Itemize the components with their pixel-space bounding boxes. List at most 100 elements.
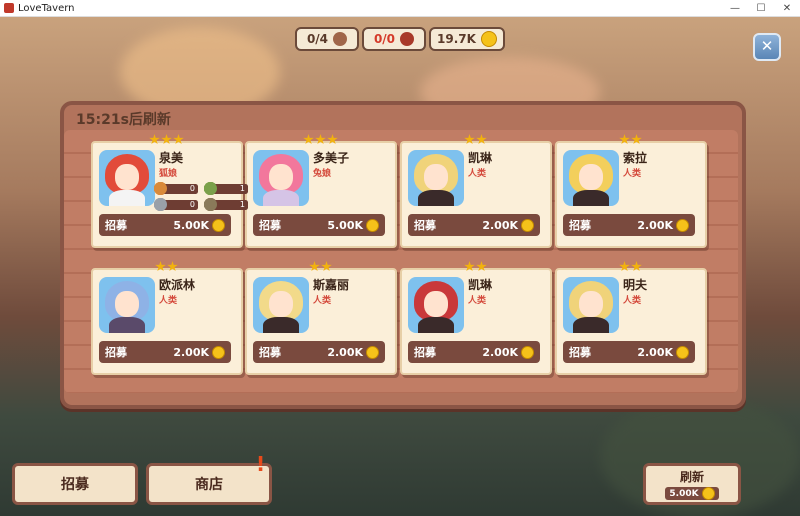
character-portrait [99, 277, 155, 333]
recruit-button[interactable]: 招募 2.00K [253, 341, 385, 363]
price-value: 2.00K [637, 218, 673, 232]
coin-icon [701, 487, 715, 500]
recruit-card[interactable]: 斯嘉丽人类0010招募2.00K [154, 182, 397, 375]
recruit-label: 招募 [259, 219, 281, 232]
gold-amount: 19.7K [437, 32, 476, 46]
minimize-icon[interactable]: — [722, 3, 748, 14]
character-name: 多美子 [313, 151, 350, 165]
coin-icon [366, 345, 379, 359]
character-race: 人类 [159, 296, 178, 306]
character-portrait [563, 277, 619, 333]
star-rating [619, 134, 642, 145]
recruit-button[interactable]: 招募 5.00K [99, 214, 231, 236]
star-icon [327, 134, 338, 145]
close-icon[interactable]: ✕ [753, 33, 781, 61]
coin-icon [521, 345, 534, 359]
stat-icon [154, 198, 167, 211]
recruit-button[interactable]: 招募 5.00K [253, 214, 385, 236]
star-rating [155, 261, 178, 272]
character-name: 泉美 [159, 151, 184, 165]
stat-icon [154, 182, 167, 195]
star-rating [303, 134, 338, 145]
stat-value: 1 [239, 184, 245, 193]
character-race: 人类 [313, 296, 332, 306]
stat-icon [204, 198, 217, 211]
recruit-label: 招募 [569, 346, 591, 359]
recruit-card[interactable]: 多美子兔娘0010招募5.00K [154, 134, 397, 248]
window-titlebar: LoveTavern — ☐ ✕ [0, 0, 800, 17]
recruit-button[interactable]: 招募 2.00K [563, 214, 695, 236]
recruit-card[interactable]: 明夫人类 0 1 0 1 招募 2.00K [154, 182, 707, 375]
refresh-label: 刷新 [679, 470, 704, 484]
character-portrait [408, 277, 464, 333]
room-counter: 0/0 [362, 27, 426, 51]
stat-value: 0 [189, 184, 195, 193]
star-icon [464, 261, 475, 272]
star-icon [161, 134, 172, 145]
maximize-icon[interactable]: ☐ [748, 3, 774, 14]
recruit-price: 2.00K [482, 218, 534, 232]
room-icon [400, 32, 415, 46]
close-window-icon[interactable]: ✕ [774, 3, 800, 14]
room-count: 0/0 [373, 32, 396, 46]
character-stat: 0 [154, 182, 198, 195]
stat-value: 0 [189, 200, 195, 209]
star-icon [315, 134, 326, 145]
coin-icon [480, 31, 497, 47]
price-value: 2.00K [327, 345, 363, 359]
recruit-price: 2.00K [173, 345, 225, 359]
recruit-card[interactable]: 索拉人类1000招募2.00K [154, 134, 707, 248]
staff-count: 0/4 [306, 32, 329, 46]
recruit-card[interactable]: 凯琳人类 0 1 0 1 招募 2.00K [154, 182, 552, 375]
recruit-tab-button[interactable]: 招募 [12, 463, 138, 505]
coin-icon [676, 345, 689, 359]
recruit-card[interactable]: 欧派林人类0010招募2.00K [91, 182, 248, 375]
recruit-card[interactable]: 凯琳人类0000招募2.00K [154, 134, 552, 248]
character-portrait [253, 277, 309, 333]
recruit-card[interactable]: 泉美狐娘1000招募5.00K [91, 134, 248, 248]
character-name: 明夫 [623, 278, 648, 292]
star-icon [321, 261, 332, 272]
star-icon [303, 134, 314, 145]
recruit-button[interactable]: 招募 2.00K [408, 214, 540, 236]
staff-counter: 0/4 [295, 27, 359, 51]
recruit-button[interactable]: 招募 2.00K [99, 341, 231, 363]
price-value: 2.00K [482, 218, 518, 232]
shop-alert-icon: ! [256, 452, 266, 476]
refresh-cost: 5.00K [665, 487, 719, 500]
stat-value: 1 [239, 200, 245, 209]
character-stat: 1 [204, 198, 248, 211]
character-stat: 1 [204, 182, 248, 195]
star-icon [619, 261, 630, 272]
star-icon [149, 134, 160, 145]
star-icon [619, 134, 630, 145]
star-icon [309, 261, 320, 272]
star-icon [476, 261, 487, 272]
recruit-tab-label: 招募 [61, 477, 89, 493]
recruit-button[interactable]: 招募 2.00K [563, 341, 695, 363]
recruit-button[interactable]: 招募 2.00K [408, 341, 540, 363]
recruit-price: 5.00K [173, 218, 225, 232]
character-portrait [99, 150, 155, 206]
character-race: 兔娘 [313, 169, 332, 179]
price-value: 2.00K [173, 345, 209, 359]
character-race: 人类 [468, 169, 487, 179]
refresh-button[interactable]: 刷新 5.00K [643, 463, 741, 505]
character-race: 狐娘 [159, 169, 178, 179]
character-name: 索拉 [623, 151, 648, 165]
character-race: 人类 [468, 296, 487, 306]
coin-icon [212, 218, 225, 232]
star-rating [619, 261, 642, 272]
character-portrait [253, 150, 309, 206]
gold-counter: 19.7K [429, 27, 505, 51]
character-portrait [563, 150, 619, 206]
star-icon [155, 261, 166, 272]
recruit-price: 2.00K [637, 218, 689, 232]
star-icon [631, 134, 642, 145]
recruit-label: 招募 [569, 219, 591, 232]
star-rating [464, 134, 487, 145]
price-value: 2.00K [482, 345, 518, 359]
star-icon [167, 261, 178, 272]
shop-tab-button[interactable]: 商店 [146, 463, 272, 505]
coin-icon [521, 218, 534, 232]
